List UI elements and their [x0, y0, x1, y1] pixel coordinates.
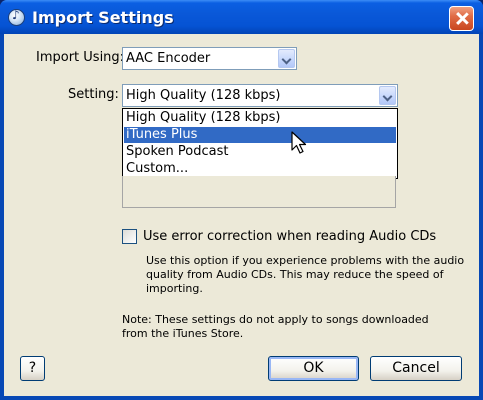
note-line: Note: These settings do not apply to son… — [122, 313, 429, 326]
dropdown-option[interactable]: High Quality (128 kbps) — [124, 110, 396, 126]
error-correction-checkbox[interactable] — [122, 229, 137, 244]
error-correction-help-line: importing. — [146, 282, 203, 295]
chevron-down-icon[interactable] — [379, 86, 396, 105]
import-settings-window: Import Settings Import Using: AAC Encode… — [0, 0, 483, 400]
error-correction-help-line: quality from Audio CDs. This may reduce … — [146, 268, 444, 281]
import-using-value: AAC Encoder — [126, 51, 211, 66]
setting-dropdown[interactable]: High Quality (128 kbps) — [122, 84, 398, 107]
setting-dropdown-list: High Quality (128 kbps) iTunes Plus Spok… — [122, 108, 398, 179]
help-button[interactable]: ? — [20, 356, 45, 381]
mouse-pointer-icon — [291, 131, 307, 154]
import-using-label: Import Using: — [36, 50, 125, 65]
ok-button[interactable]: OK — [268, 356, 359, 381]
note-line: from the iTunes Store. — [122, 327, 244, 340]
title-bar[interactable]: Import Settings — [0, 0, 483, 34]
itunes-app-icon — [8, 8, 25, 26]
dropdown-option[interactable]: Spoken Podcast — [124, 144, 396, 160]
dropdown-option-selected[interactable]: iTunes Plus — [124, 127, 396, 143]
cancel-button[interactable]: Cancel — [370, 356, 462, 381]
setting-value: High Quality (128 kbps) — [126, 88, 281, 103]
dropdown-option[interactable]: Custom... — [124, 161, 396, 177]
close-button[interactable] — [449, 6, 474, 31]
dialog-body: Import Using: AAC Encoder Setting: High … — [4, 34, 479, 396]
error-correction-help-line: Use this option if you experience proble… — [146, 254, 465, 267]
setting-label: Setting: — [68, 87, 119, 102]
window-title: Import Settings — [32, 8, 174, 27]
import-using-dropdown[interactable]: AAC Encoder — [122, 47, 297, 70]
setting-description-box — [122, 176, 396, 208]
chevron-down-icon[interactable] — [278, 49, 295, 68]
error-correction-label[interactable]: Use error correction when reading Audio … — [143, 229, 436, 244]
